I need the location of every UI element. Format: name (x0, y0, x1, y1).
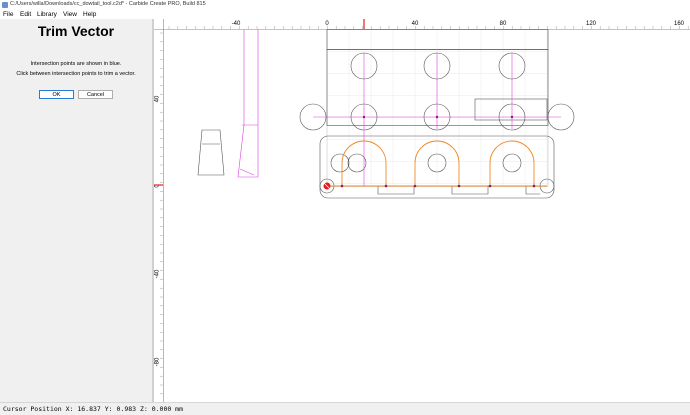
top-label-neg40: -40 (232, 21, 241, 27)
intersection-point[interactable] (532, 184, 536, 188)
window-title: C:/Users/willa/Downloads/cc_dowtail_tool… (10, 1, 206, 7)
menu-library[interactable]: Library (37, 11, 57, 18)
intersection-point[interactable] (510, 115, 514, 119)
status-bar: Cursor Position X: 16.837 Y: 0.983 Z: 0.… (0, 402, 690, 415)
tab-3[interactable] (525, 186, 540, 195)
left-label-40: 40 (155, 95, 161, 102)
intersection-point[interactable] (340, 184, 344, 188)
tool-sketch-left[interactable] (197, 129, 225, 176)
menu-help[interactable]: Help (83, 11, 96, 18)
intersection-point[interactable] (384, 184, 388, 188)
ok-button[interactable]: OK (39, 90, 74, 99)
instruction-line-2: Click between intersection points to tri… (16, 71, 136, 77)
menu-edit[interactable]: Edit (20, 11, 31, 18)
magenta-tool-detail[interactable] (239, 124, 258, 176)
left-ruler (154, 19, 163, 402)
menu-view[interactable]: View (63, 11, 77, 18)
instruction-line-1: Intersection points are shown in blue. (30, 61, 122, 67)
intersection-point[interactable] (435, 115, 439, 119)
top-label-40: 40 (412, 21, 419, 27)
left-label-neg80: -80 (155, 357, 161, 366)
top-label-160: 160 (674, 21, 685, 27)
intersection-point[interactable] (488, 184, 492, 188)
trim-vector-panel: Trim Vector Intersection points are show… (0, 19, 152, 402)
magenta-tool-profile[interactable] (237, 29, 259, 178)
intersection-point[interactable] (362, 115, 366, 119)
menu-bar: File Edit Library View Help (0, 10, 690, 19)
tab-2[interactable] (451, 186, 489, 195)
cursor-position: Cursor Position X: 16.837 Y: 0.983 Z: 0.… (3, 405, 184, 413)
intersection-point[interactable] (413, 184, 417, 188)
panel-title: Trim Vector (37, 23, 115, 39)
design-canvas[interactable]: -40 0 40 80 120 160 40 0 -40 -80 (154, 19, 690, 402)
tab-1[interactable] (377, 186, 415, 195)
cancel-button[interactable]: Cancel (78, 90, 113, 99)
top-label-120: 120 (586, 21, 597, 27)
top-label-80: 80 (500, 21, 507, 27)
app-icon (2, 2, 8, 8)
title-bar: C:/Users/willa/Downloads/cc_dowtail_tool… (0, 0, 690, 10)
intersection-point[interactable] (457, 184, 461, 188)
menu-file[interactable]: File (3, 11, 13, 18)
left-label-neg40: -40 (155, 269, 161, 278)
